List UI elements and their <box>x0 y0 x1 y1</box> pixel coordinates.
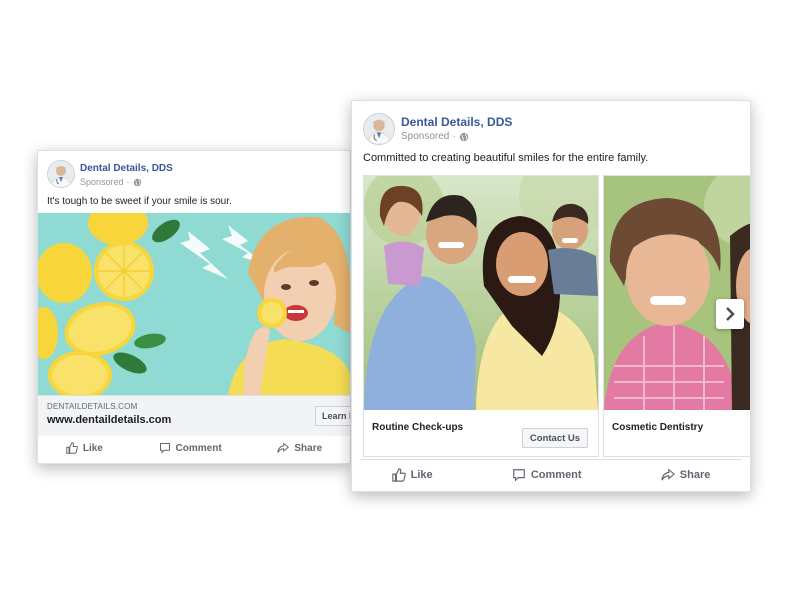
like-icon <box>391 468 406 482</box>
like-button[interactable]: Like <box>391 468 433 482</box>
link-preview-bar[interactable]: DENTAILDETAILS.COM www.dentaildetails.co… <box>38 395 350 436</box>
share-label: Share <box>294 442 323 454</box>
comment-icon <box>513 469 525 482</box>
comment-label: Comment <box>175 442 222 454</box>
sponsored-separator: · <box>126 177 130 187</box>
sponsored-separator: · <box>452 131 456 142</box>
sponsored-text: Sponsored <box>401 131 450 142</box>
like-label: Like <box>82 442 103 454</box>
sponsored-text: Sponsored <box>80 177 124 187</box>
contact-us-button[interactable]: Contact Us <box>522 428 588 448</box>
link-domain: DENTAILDETAILS.COM <box>47 402 138 411</box>
share-icon <box>277 442 290 453</box>
right-ad-card: Dental Details, DDS Sponsored · Committe… <box>351 100 751 492</box>
share-button[interactable]: Share <box>277 442 322 454</box>
share-button[interactable]: Share <box>661 468 711 482</box>
post-actions: Like Comment Share <box>38 437 350 459</box>
ad-image[interactable] <box>38 213 350 395</box>
share-icon <box>661 468 675 481</box>
page-name-link[interactable]: Dental Details, DDS <box>401 115 512 129</box>
left-ad-card: Dental Details, DDS Sponsored · It's tou… <box>37 150 351 464</box>
post-actions: Like Comment Share <box>352 463 750 487</box>
sponsored-label: Sponsored · <box>401 131 469 142</box>
learn-more-button[interactable]: Learn More <box>315 406 350 426</box>
carousel-image-grandmother[interactable] <box>604 176 750 410</box>
share-label: Share <box>679 469 711 481</box>
like-button[interactable]: Like <box>66 442 103 454</box>
carousel-card-1[interactable]: Routine Check-ups Contact Us <box>363 175 599 457</box>
comment-label: Comment <box>530 469 582 481</box>
carousel-next-button[interactable] <box>716 299 744 329</box>
globe-icon <box>459 132 468 141</box>
post-text: Committed to creating beautiful smiles f… <box>363 152 649 164</box>
comment-icon <box>159 443 170 454</box>
page-name-link[interactable]: Dental Details, DDS <box>80 163 173 174</box>
doctor-avatar-icon <box>364 114 394 144</box>
chevron-right-icon <box>726 307 735 321</box>
like-label: Like <box>410 469 433 481</box>
comment-button[interactable]: Comment <box>159 442 222 454</box>
like-icon <box>66 442 78 454</box>
actions-divider <box>360 459 742 460</box>
link-url[interactable]: www.dentaildetails.com <box>47 414 171 426</box>
carousel-image-family[interactable] <box>364 176 598 410</box>
sponsored-label: Sponsored · <box>80 177 142 187</box>
comment-button[interactable]: Comment <box>512 468 582 482</box>
page-avatar[interactable] <box>363 113 395 145</box>
carousel-title: Routine Check-ups <box>372 422 464 433</box>
post-text: It's tough to be sweet if your smile is … <box>47 196 232 207</box>
carousel-title: Cosmetic Dentistry <box>612 422 704 433</box>
globe-icon <box>133 178 141 186</box>
page-avatar[interactable] <box>47 160 75 188</box>
doctor-avatar-icon <box>48 161 74 187</box>
